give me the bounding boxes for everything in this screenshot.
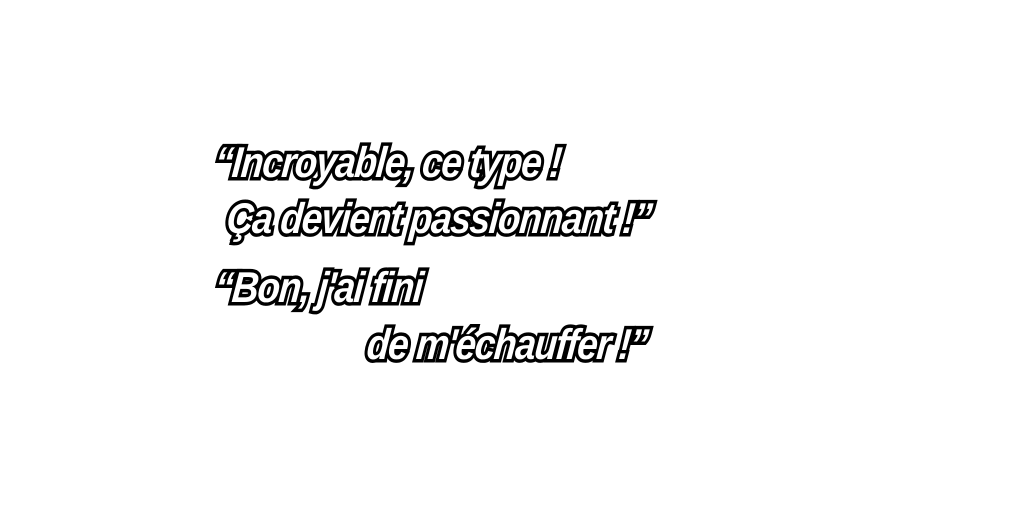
quote-1-line-1: “Incroyable, ce type ! — [210, 136, 566, 190]
quote-1-line-2: Ça devient passionnant !” — [222, 192, 657, 246]
quote-2-line-1: “Bon, j'ai fini — [210, 261, 428, 315]
quote-2-line-2: de m'échauffer !” — [362, 318, 653, 372]
